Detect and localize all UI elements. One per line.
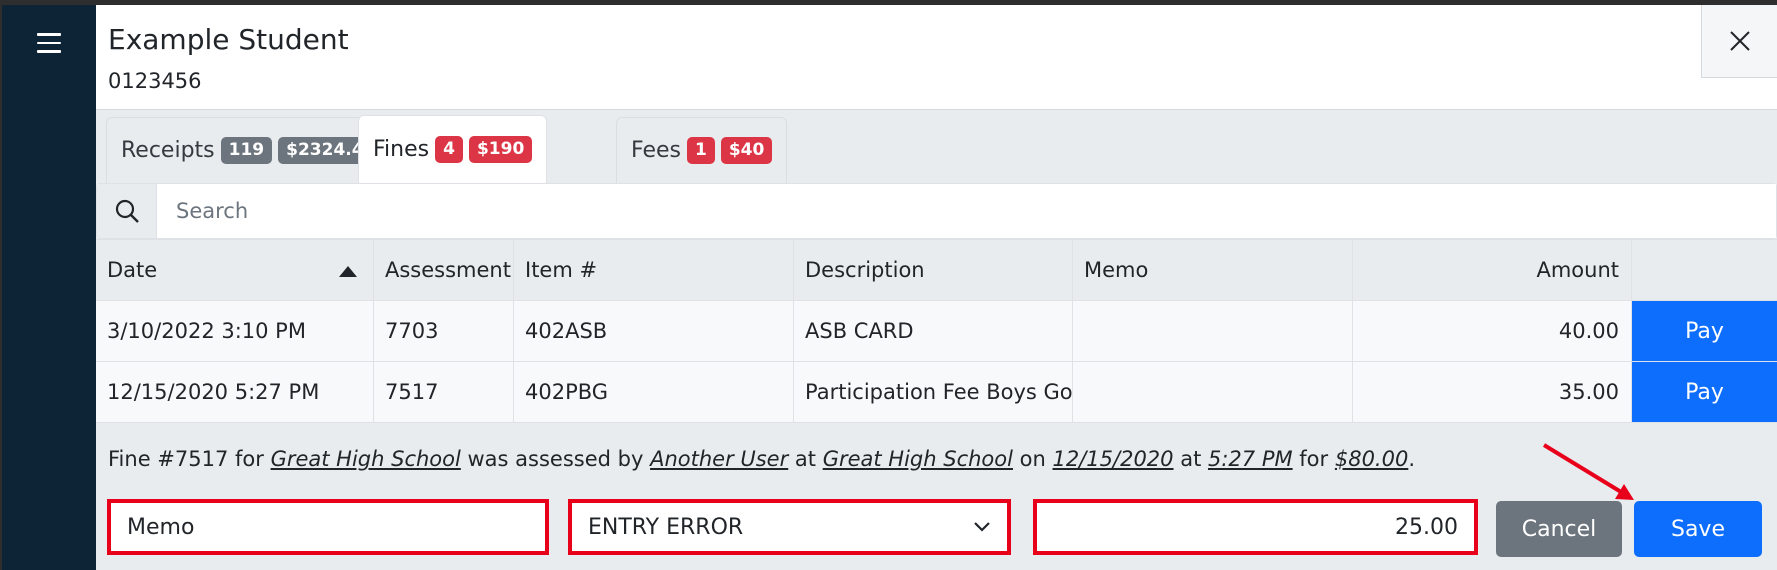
sort-ascending-icon: [339, 266, 357, 277]
panel-header: Example Student 0123456: [96, 5, 1777, 110]
cell-assessment: 7517: [374, 362, 514, 422]
student-name: Example Student: [108, 23, 349, 56]
tab-label: Fees: [631, 138, 681, 163]
tab-receipts[interactable]: Receipts 119 $2324.49: [106, 117, 399, 183]
tab-label: Fines: [373, 137, 430, 162]
menu-icon[interactable]: [37, 33, 63, 55]
fees-count-badge: 1: [686, 137, 715, 164]
search-input[interactable]: [158, 184, 1776, 238]
cell-amount: 35.00: [1353, 362, 1632, 422]
fine-detail-text: Fine #7517 for Great High School was ass…: [108, 447, 1416, 471]
school-link: Great High School: [822, 447, 1013, 471]
chevron-down-icon: [974, 522, 990, 532]
column-header-item[interactable]: Item #: [514, 240, 794, 300]
date-value: 12/15/2020: [1052, 447, 1174, 471]
reason-select[interactable]: ENTRY ERROR: [568, 499, 1011, 555]
sidebar: [2, 5, 96, 570]
cell-amount: 40.00: [1353, 301, 1632, 361]
cell-date: 12/15/2020 5:27 PM: [96, 362, 374, 422]
cell-assessment: 7703: [374, 301, 514, 361]
search-bar: [96, 183, 1777, 239]
tab-label: Receipts: [121, 138, 215, 163]
pay-button[interactable]: Pay: [1632, 362, 1777, 422]
column-header-description[interactable]: Description: [794, 240, 1073, 300]
table-header-row: Date Assessment Item # Description Memo …: [96, 239, 1777, 301]
search-icon: [97, 184, 157, 238]
user-link: Another User: [650, 447, 789, 471]
receipts-count-badge: 119: [220, 137, 273, 164]
pay-button[interactable]: Pay: [1632, 301, 1777, 361]
column-header-amount[interactable]: Amount: [1353, 240, 1632, 300]
amount-value: $80.00: [1334, 447, 1409, 471]
close-icon: [1729, 31, 1750, 51]
cell-memo: [1073, 362, 1353, 422]
student-id: 0123456: [108, 69, 202, 93]
fines-total-badge: $190: [468, 136, 533, 163]
memo-input[interactable]: Memo: [107, 499, 549, 555]
cell-description: Participation Fee Boys Golf: [794, 362, 1073, 422]
tab-bar: Receipts 119 $2324.49 Fines 4 $190 Fees …: [96, 115, 1777, 183]
student-panel: Example Student 0123456 Receipts 119 $23…: [96, 5, 1777, 570]
fees-total-badge: $40: [720, 137, 773, 164]
fines-count-badge: 4: [435, 136, 463, 163]
cancel-button[interactable]: Cancel: [1496, 501, 1622, 557]
cell-date: 3/10/2022 3:10 PM: [96, 301, 374, 361]
tab-fees[interactable]: Fees 1 $40: [616, 117, 788, 183]
table-row: 12/15/2020 5:27 PM 7517 402PBG Participa…: [96, 362, 1777, 423]
column-header-action: [1632, 240, 1777, 300]
column-header-date[interactable]: Date: [96, 240, 374, 300]
cell-item: 402PBG: [514, 362, 794, 422]
cell-description: ASB CARD: [794, 301, 1073, 361]
amount-input[interactable]: 25.00: [1033, 499, 1478, 555]
tab-fines[interactable]: Fines 4 $190: [358, 115, 548, 183]
time-value: 5:27 PM: [1207, 447, 1293, 471]
fines-table: Date Assessment Item # Description Memo …: [96, 239, 1777, 423]
column-header-assessment[interactable]: Assessment: [374, 240, 514, 300]
cell-item: 402ASB: [514, 301, 794, 361]
column-header-memo[interactable]: Memo: [1073, 240, 1353, 300]
cell-memo: [1073, 301, 1353, 361]
table-row: 3/10/2022 3:10 PM 7703 402ASB ASB CARD 4…: [96, 301, 1777, 362]
school-link: Great High School: [270, 447, 461, 471]
close-button[interactable]: [1701, 5, 1777, 78]
save-button[interactable]: Save: [1634, 501, 1762, 557]
